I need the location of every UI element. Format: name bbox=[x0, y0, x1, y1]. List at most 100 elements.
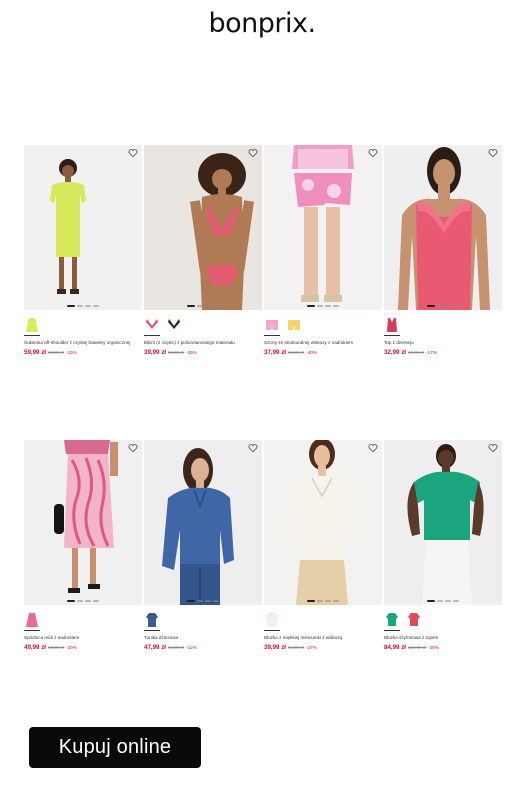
price-block: 39,99 zł 59,99 zł -35% bbox=[144, 349, 262, 356]
current-price: 59,99 zł bbox=[24, 349, 47, 356]
product-card[interactable]: Tunika dżinsowa 47,99 zł 54,99 zł -12% bbox=[144, 440, 262, 651]
bikini-icon bbox=[146, 319, 158, 329]
color-swatches bbox=[384, 315, 502, 336]
top-icon bbox=[387, 318, 397, 332]
product-name[interactable]: Bluzka szyfonowa z topem bbox=[384, 635, 502, 640]
product-image[interactable] bbox=[264, 440, 382, 605]
image-carousel-dots[interactable] bbox=[384, 600, 502, 602]
old-price: 69,99 zł bbox=[48, 350, 65, 355]
product-grid-row-2: Spódnica midi z nadrukiem 49,99 zł 59,99… bbox=[24, 440, 502, 651]
shorts-icon bbox=[266, 320, 278, 330]
color-swatch[interactable] bbox=[24, 610, 40, 631]
color-swatch[interactable] bbox=[286, 315, 302, 333]
wishlist-heart-icon[interactable] bbox=[128, 443, 138, 453]
skirt-icon bbox=[26, 613, 38, 627]
product-image[interactable] bbox=[24, 145, 142, 310]
wishlist-heart-icon[interactable] bbox=[488, 443, 498, 453]
discount-badge: -20% bbox=[66, 645, 77, 650]
product-card[interactable]: Bluzka szyfonowa z topem 84,99 zł 119,99… bbox=[384, 440, 502, 651]
old-price: 54,99 zł bbox=[288, 645, 305, 650]
product-card[interactable]: Bikini (2 części) z poliuretanowego mate… bbox=[144, 145, 262, 356]
tunic-icon bbox=[146, 613, 158, 627]
current-price: 39,99 zł bbox=[264, 644, 287, 651]
image-carousel-dots[interactable] bbox=[24, 600, 142, 602]
product-name[interactable]: Bluzka z miękkiej mieszanki z wiskozą bbox=[264, 635, 382, 640]
color-swatch[interactable] bbox=[406, 610, 422, 628]
product-image[interactable] bbox=[264, 145, 382, 310]
current-price: 37,99 zł bbox=[264, 349, 287, 356]
color-swatches bbox=[144, 610, 262, 631]
old-price: 64,99 zł bbox=[288, 350, 305, 355]
wishlist-heart-icon[interactable] bbox=[248, 443, 258, 453]
wishlist-heart-icon[interactable] bbox=[248, 148, 258, 158]
price-block: 32,99 zł 39,99 zł -17% bbox=[384, 349, 502, 356]
color-swatches bbox=[24, 315, 142, 336]
wishlist-heart-icon[interactable] bbox=[128, 148, 138, 158]
product-name[interactable]: Sukienka off-shoulder z czystej bawełny … bbox=[24, 340, 142, 345]
product-name[interactable]: Spódnica midi z nadrukiem bbox=[24, 635, 142, 640]
current-price: 32,99 zł bbox=[384, 349, 407, 356]
discount-badge: -30% bbox=[428, 645, 440, 650]
old-price: 39,99 zł bbox=[408, 350, 425, 355]
current-price: 49,99 zł bbox=[24, 644, 47, 651]
price-block: 84,99 zł 119,99 zł -30% bbox=[384, 644, 502, 651]
color-swatch[interactable] bbox=[384, 610, 400, 631]
discount-badge: -40% bbox=[306, 350, 317, 355]
product-image[interactable] bbox=[384, 145, 502, 310]
wishlist-heart-icon[interactable] bbox=[488, 148, 498, 158]
old-price: 59,99 zł bbox=[168, 350, 185, 355]
color-swatches bbox=[264, 610, 382, 631]
old-price: 59,99 zł bbox=[48, 645, 65, 650]
product-image[interactable] bbox=[144, 145, 262, 310]
product-card[interactable]: Szorty ze strukturalnej wiskozy z nadruk… bbox=[264, 145, 382, 356]
product-card[interactable]: Bluzka z miękkiej mieszanki z wiskozą 39… bbox=[264, 440, 382, 651]
shop-online-button[interactable]: Kupuj online bbox=[29, 727, 201, 768]
product-grid-row-1: Sukienka off-shoulder z czystej bawełny … bbox=[24, 145, 502, 356]
price-block: 39,99 zł 54,99 zł -27% bbox=[264, 644, 382, 651]
price-block: 59,99 zł 69,99 zł -15% bbox=[24, 349, 142, 356]
wishlist-heart-icon[interactable] bbox=[368, 443, 378, 453]
product-image[interactable] bbox=[24, 440, 142, 605]
shorts-icon bbox=[288, 320, 300, 330]
current-price: 84,99 zł bbox=[384, 644, 407, 651]
color-swatch[interactable] bbox=[264, 610, 280, 631]
price-block: 37,99 zł 64,99 zł -40% bbox=[264, 349, 382, 356]
brand-logo[interactable]: bonprix. bbox=[0, 8, 524, 39]
image-carousel-dots[interactable] bbox=[384, 305, 502, 307]
wishlist-heart-icon[interactable] bbox=[368, 148, 378, 158]
product-image[interactable] bbox=[144, 440, 262, 605]
color-swatches bbox=[24, 610, 142, 631]
discount-badge: -15% bbox=[66, 350, 77, 355]
color-swatch[interactable] bbox=[144, 610, 160, 631]
product-name[interactable]: Szorty ze strukturalnej wiskozy z nadruk… bbox=[264, 340, 382, 345]
color-swatches bbox=[264, 315, 382, 336]
product-card[interactable]: Spódnica midi z nadrukiem 49,99 zł 59,99… bbox=[24, 440, 142, 651]
product-card[interactable]: Top z dżerseju 32,99 zł 39,99 zł -17% bbox=[384, 145, 502, 356]
image-carousel-dots[interactable] bbox=[144, 600, 262, 602]
discount-badge: -35% bbox=[186, 350, 197, 355]
color-swatch[interactable] bbox=[264, 315, 280, 336]
bikini-icon bbox=[168, 319, 180, 329]
current-price: 39,99 zł bbox=[144, 349, 167, 356]
product-card[interactable]: Sukienka off-shoulder z czystej bawełny … bbox=[24, 145, 142, 356]
dress-icon bbox=[26, 318, 38, 332]
color-swatch[interactable] bbox=[166, 315, 182, 333]
product-name[interactable]: Top z dżerseju bbox=[384, 340, 502, 345]
old-price: 119,99 zł bbox=[408, 645, 427, 650]
image-carousel-dots[interactable] bbox=[264, 305, 382, 307]
color-swatch[interactable] bbox=[24, 315, 40, 336]
image-carousel-dots[interactable] bbox=[24, 305, 142, 307]
color-swatch[interactable] bbox=[144, 315, 160, 336]
discount-badge: -27% bbox=[306, 645, 317, 650]
product-name[interactable]: Tunika dżinsowa bbox=[144, 635, 262, 640]
blouse-icon bbox=[386, 613, 398, 626]
blouse-icon bbox=[408, 613, 420, 626]
color-swatches bbox=[384, 610, 502, 631]
image-carousel-dots[interactable] bbox=[264, 600, 382, 602]
price-block: 49,99 zł 59,99 zł -20% bbox=[24, 644, 142, 651]
product-image[interactable] bbox=[384, 440, 502, 605]
discount-badge: -17% bbox=[426, 350, 437, 355]
product-name[interactable]: Bikini (2 części) z poliuretanowego mate… bbox=[144, 340, 262, 345]
color-swatch[interactable] bbox=[384, 315, 400, 336]
image-carousel-dots[interactable] bbox=[144, 305, 262, 307]
